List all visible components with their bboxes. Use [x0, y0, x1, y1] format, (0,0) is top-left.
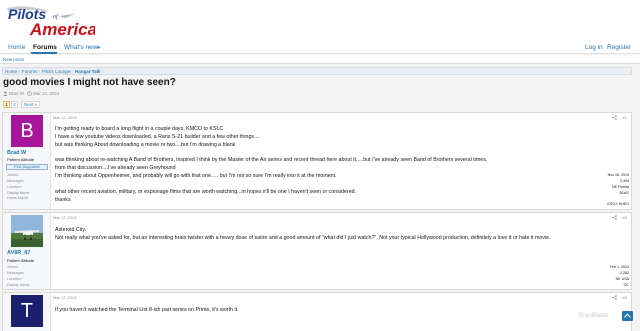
stat-label: Display Name:: [7, 283, 31, 287]
stat-value: NE USA: [615, 277, 629, 281]
arrow-up-icon[interactable]: [622, 311, 633, 321]
stat-value: OC: [623, 283, 629, 287]
caret-down-icon[interactable]: [96, 45, 101, 50]
avatar[interactable]: [11, 215, 43, 247]
share-icon[interactable]: [612, 295, 617, 300]
clock-icon: [27, 91, 32, 96]
post-2-number[interactable]: #2: [623, 215, 627, 220]
post-1-user-title: Pattern Altitude: [7, 157, 35, 162]
avatar[interactable]: T: [11, 295, 43, 327]
page-1-button[interactable]: 1: [3, 101, 10, 108]
breadcrumb-forums[interactable]: Forums: [22, 69, 37, 74]
breadcrumb-pilots-lounge[interactable]: Pilot's Lounge: [42, 69, 70, 74]
sub-nav: [0, 55, 640, 64]
post-text-line: I'm thinking about Oppenheimer, and prob…: [55, 173, 337, 179]
thread-author[interactable]: Brad W: [9, 91, 24, 96]
stat-label: Location:: [7, 185, 22, 189]
breadcrumb-home[interactable]: Home: [5, 69, 17, 74]
logo-of: of: [53, 13, 59, 20]
post-text-line: I'm getting ready to board a long flight…: [55, 126, 224, 132]
watermark: ScanMatter: [578, 313, 609, 319]
post-text-line: from that discussion....I've already see…: [55, 165, 176, 171]
stat-value: 2,262: [620, 271, 629, 275]
nav-forums[interactable]: Forums: [33, 44, 57, 51]
breadcrumb-separator: ›: [70, 69, 72, 74]
post-text-line: Not really what you've asked for, but an…: [55, 235, 551, 241]
page-2-button[interactable]: 2: [11, 101, 18, 108]
breadcrumb-separator: ›: [18, 69, 20, 74]
nav-active-indicator: [31, 52, 57, 54]
post-2-username[interactable]: AV8R_87: [7, 250, 30, 256]
stat-value: KSGJ, KHEG: [607, 202, 629, 206]
post-2-date[interactable]: Mar 12, 2024: [53, 215, 77, 220]
breadcrumb-hangar-talk[interactable]: Hangar Talk: [75, 69, 100, 74]
stat-value: Feb 1, 2024: [609, 265, 629, 269]
stat-label: Messages:: [7, 179, 25, 183]
register-link[interactable]: Register: [607, 44, 631, 51]
stat-value: 2,494: [620, 179, 629, 183]
share-icon[interactable]: [612, 215, 617, 220]
post-2-user-title: Pattern Altitude: [7, 258, 35, 263]
supporter-badge: PoA Supporter: [6, 164, 48, 170]
thread-title: good movies I might not have seen?: [3, 77, 176, 88]
logo-america: America: [29, 20, 95, 37]
post-3: T Mar 12, 2024 #3 If you haven't watched…: [2, 292, 632, 331]
login-link[interactable]: Log in: [585, 44, 603, 51]
stat-label: Home Airport: [7, 196, 28, 200]
thread-date[interactable]: Mar 12, 2024: [33, 91, 60, 96]
post-text-line: Asteroid City.: [55, 227, 87, 233]
post-text-line: I have a few youtube videos downloaded, …: [55, 134, 260, 140]
stat-label: Location:: [7, 277, 22, 281]
post-1-number[interactable]: #1: [623, 115, 627, 120]
site-header: [0, 0, 640, 40]
breadcrumb-separator: ›: [38, 69, 40, 74]
new-posts-link[interactable]: New posts: [3, 57, 24, 62]
stat-value: BLW2: [619, 191, 629, 195]
post-text-line: thanks: [55, 197, 71, 203]
stat-label: Messages:: [7, 271, 25, 275]
nav-home[interactable]: Home: [8, 44, 25, 51]
next-page-button[interactable]: Next »: [21, 101, 40, 108]
avatar[interactable]: B: [11, 115, 43, 147]
stat-label: Display Name:: [7, 191, 31, 195]
nav-whats-new[interactable]: What's new: [64, 44, 97, 51]
breadcrumb-separator: ›: [102, 69, 104, 74]
post-text-line: If you haven't watched the Terminal List…: [55, 307, 239, 313]
airplane-photo: [11, 215, 43, 247]
user-icon: [3, 91, 8, 96]
stat-label: Joined:: [7, 265, 19, 269]
stat-value: NE Florida: [612, 185, 629, 189]
post-text-line: was thinking about re-watching A Band of…: [55, 157, 488, 163]
post-3-number[interactable]: #3: [623, 295, 627, 300]
post-2: AV8R_87 Pattern Altitude Joined: Feb 1, …: [2, 212, 632, 290]
post-1-username[interactable]: Brad W: [7, 150, 26, 156]
post-text-line: but was thinking About downloading a mov…: [55, 142, 236, 148]
post-text-line: what other recent aviation, military, or…: [55, 189, 357, 195]
post-1-date[interactable]: Mar 12, 2024: [53, 115, 77, 120]
stat-label: Joined:: [7, 173, 19, 177]
post-1: B Brad W Pattern Altitude PoA Supporter …: [2, 112, 632, 210]
post-3-date[interactable]: Mar 12, 2024: [53, 295, 77, 300]
stat-value: Nov 16, 2019: [607, 173, 629, 177]
share-icon[interactable]: [612, 115, 617, 120]
site-logo[interactable]: Pilots of America: [5, 4, 97, 39]
